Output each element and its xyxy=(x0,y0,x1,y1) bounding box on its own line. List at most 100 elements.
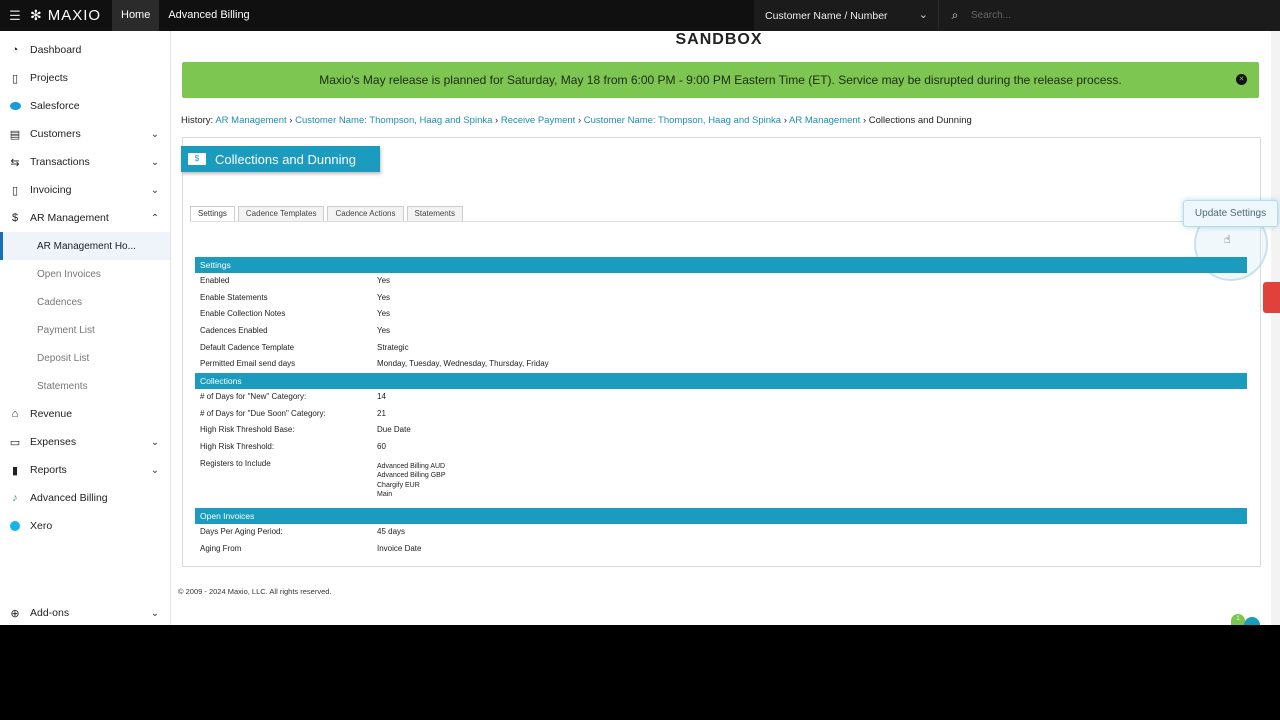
sidebar-item-add-ons[interactable]: ⊕ Add-ons ⌄ xyxy=(0,599,170,627)
xero-icon xyxy=(0,520,30,532)
tab-settings[interactable]: Settings xyxy=(190,206,235,221)
close-icon[interactable]: ✕ xyxy=(1236,74,1247,85)
row-value: Yes xyxy=(377,326,391,335)
section-header-collections: Collections xyxy=(195,373,1247,389)
dollar-icon: $ xyxy=(11,212,19,224)
card-icon: ▭ xyxy=(9,436,21,449)
advanced-billing-icon: ♪ xyxy=(12,492,18,504)
brand-name: MAXIO xyxy=(47,7,102,24)
sidebar-item-expenses[interactable]: ▭ Expenses ⌄ xyxy=(0,428,170,456)
sidebar-subitem-deposit-list[interactable]: Deposit List xyxy=(0,344,170,372)
hand-cursor-icon: ☝ xyxy=(1224,234,1231,246)
search-box: ⌕ xyxy=(938,0,1280,31)
customer-select[interactable]: Customer Name / Number ⌄ xyxy=(754,0,938,31)
tab-bar: Settings Cadence Templates Cadence Actio… xyxy=(190,206,463,221)
scrollbar[interactable] xyxy=(1271,31,1280,625)
history-link-ar-management[interactable]: AR Management xyxy=(215,115,286,126)
sidebar-item-label: Projects xyxy=(30,72,68,84)
row-value: 14 xyxy=(377,392,386,401)
menu-collapse-icon[interactable]: ☰ xyxy=(0,0,30,31)
top-nav: Home Advanced Billing xyxy=(112,0,259,31)
sidebar-item-salesforce[interactable]: Salesforce xyxy=(0,92,170,120)
sidebar-item-ar-management[interactable]: $ AR Management ⌃ xyxy=(0,204,170,232)
sidebar-item-revenue[interactable]: ⌂ Revenue xyxy=(0,400,170,428)
sidebar-item-label: Transactions xyxy=(30,156,90,168)
sidebar-item-dashboard[interactable]: ◔ Dashboard xyxy=(0,36,170,64)
row-key: Default Cadence Template xyxy=(200,343,295,352)
sidebar-item-advanced-billing[interactable]: ♪ Advanced Billing xyxy=(0,484,170,512)
maxio-mark-icon: ✻ xyxy=(30,7,43,23)
environment-label: SANDBOX xyxy=(675,31,763,48)
history-link-ar-management[interactable]: AR Management xyxy=(789,115,860,126)
open-invoices-row: Days Per Aging Period: 45 days xyxy=(200,524,1245,540)
bar-chart-icon: ▮ xyxy=(11,464,19,477)
nav-advanced-billing[interactable]: Advanced Billing xyxy=(159,0,258,31)
release-banner: Maxio's May release is planned for Satur… xyxy=(182,62,1259,98)
chevron-down-icon: ⌄ xyxy=(150,607,160,619)
row-value: 21 xyxy=(377,409,386,418)
chevron-down-icon: ⌄ xyxy=(150,184,160,196)
search-input[interactable] xyxy=(971,10,1251,21)
banner-text: Maxio's May release is planned for Satur… xyxy=(319,73,1122,87)
bank-icon: ⌂ xyxy=(11,408,19,420)
maxio-logo[interactable]: ✻ MAXIO xyxy=(30,7,112,24)
sidebar-subitem-payment-list[interactable]: Payment List xyxy=(0,316,170,344)
history-link-receive-payment[interactable]: Receive Payment xyxy=(501,115,575,126)
page-title-text: Collections and Dunning xyxy=(215,151,356,167)
plus-circle-icon: ⊕ xyxy=(10,607,20,620)
sidebar-item-label: Expenses xyxy=(30,436,77,448)
sidebar-item-label: Revenue xyxy=(30,408,73,420)
tab-cadence-actions[interactable]: Cadence Actions xyxy=(327,206,404,221)
update-settings-button[interactable]: Update Settings xyxy=(1183,200,1278,227)
sidebar-item-transactions[interactable]: ⇆ Transactions ⌄ xyxy=(0,148,170,176)
sidebar: ◔ Dashboard ▯ Projects Salesforce ▤ Cust… xyxy=(0,31,171,625)
document-icon: ▯ xyxy=(11,184,19,197)
breadcrumb-separator: › xyxy=(495,115,499,126)
page-title: $ Collections and Dunning xyxy=(181,146,380,172)
settings-card: $ Collections and Dunning Settings Caden… xyxy=(181,137,1278,567)
settings-row: Default Cadence Template Strategic xyxy=(200,340,1245,356)
money-icon: $ xyxy=(188,153,206,165)
row-key: # of Days for "New" Category: xyxy=(200,392,307,401)
row-value: Yes xyxy=(377,309,391,318)
customer-select-label: Customer Name / Number xyxy=(765,9,888,22)
row-value: Yes xyxy=(377,293,391,302)
nav-home[interactable]: Home xyxy=(112,0,160,31)
search-icon: ⌕ xyxy=(951,8,959,22)
sidebar-item-label: Reports xyxy=(30,464,67,476)
row-key: Registers to Include xyxy=(200,459,271,468)
settings-row: Enable Statements Yes xyxy=(200,290,1245,306)
settings-row: Permitted Email send days Monday, Tuesday… xyxy=(200,356,1245,372)
sidebar-item-xero[interactable]: Xero xyxy=(0,512,170,540)
tab-cadence-templates[interactable]: Cadence Templates xyxy=(237,206,325,221)
register-item: Advanced Billing GBP xyxy=(377,472,446,480)
footer-copyright: © 2009 - 2024 Maxio, LLC. All rights res… xyxy=(178,587,332,596)
feedback-tab[interactable] xyxy=(1263,282,1280,313)
breadcrumb-separator: › xyxy=(783,115,787,126)
sidebar-subitem-statements[interactable]: Statements xyxy=(0,372,170,400)
chat-widget-icon[interactable] xyxy=(1244,617,1260,625)
salesforce-icon xyxy=(0,100,30,112)
row-key: # of Days for "Due Soon" Category: xyxy=(200,409,326,418)
row-key: High Risk Threshold: xyxy=(200,442,275,451)
sidebar-item-invoicing[interactable]: ▯ Invoicing ⌄ xyxy=(0,176,170,204)
sidebar-subitem-ar-management-home[interactable]: AR Management Ho... xyxy=(0,232,170,260)
settings-row: Cadences Enabled Yes xyxy=(200,323,1245,339)
row-value: Monday, Tuesday, Wednesday, Thursday, Fr… xyxy=(377,359,549,368)
sidebar-item-customers[interactable]: ▤ Customers ⌄ xyxy=(0,120,170,148)
collections-row: High Risk Threshold: 60 xyxy=(200,439,1245,455)
tab-statements[interactable]: Statements xyxy=(406,206,463,221)
history-link-customer[interactable]: Customer Name: Thompson, Haag and Spinka xyxy=(584,115,781,126)
sidebar-item-label: Advanced Billing xyxy=(30,492,108,504)
clipboard-icon: ▯ xyxy=(11,72,19,85)
sidebar-subitem-cadences[interactable]: Cadences xyxy=(0,288,170,316)
sidebar-item-projects[interactable]: ▯ Projects xyxy=(0,64,170,92)
sidebar-item-reports[interactable]: ▮ Reports ⌄ xyxy=(0,456,170,484)
sidebar-subitem-open-invoices[interactable]: Open Invoices xyxy=(0,260,170,288)
history-link-customer[interactable]: Customer Name: Thompson, Haag and Spinka xyxy=(295,115,492,126)
top-bar: ☰ ✻ MAXIO Home Advanced Billing Customer… xyxy=(0,0,1280,31)
chevron-down-icon: ⌄ xyxy=(150,464,160,476)
breadcrumb-separator: › xyxy=(862,115,867,126)
sidebar-item-label: Salesforce xyxy=(30,100,80,112)
notification-badge[interactable]: 1 xyxy=(1231,614,1245,625)
